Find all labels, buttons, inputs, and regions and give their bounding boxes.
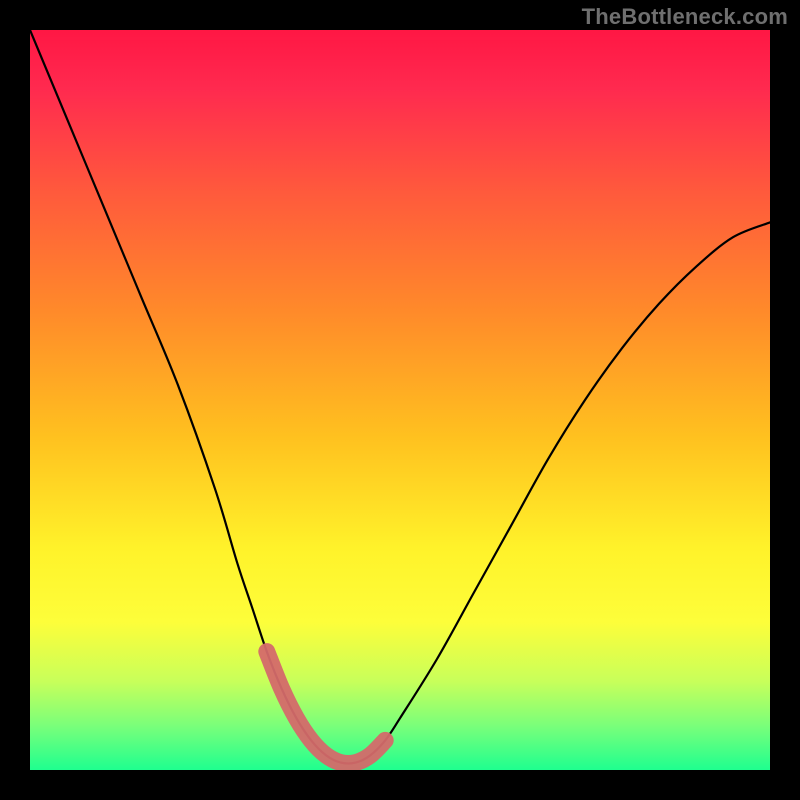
watermark-text: TheBottleneck.com bbox=[582, 4, 788, 30]
chart-frame: TheBottleneck.com bbox=[0, 0, 800, 800]
gradient-background bbox=[30, 30, 770, 770]
plot-area bbox=[30, 30, 770, 770]
plot-svg bbox=[30, 30, 770, 770]
